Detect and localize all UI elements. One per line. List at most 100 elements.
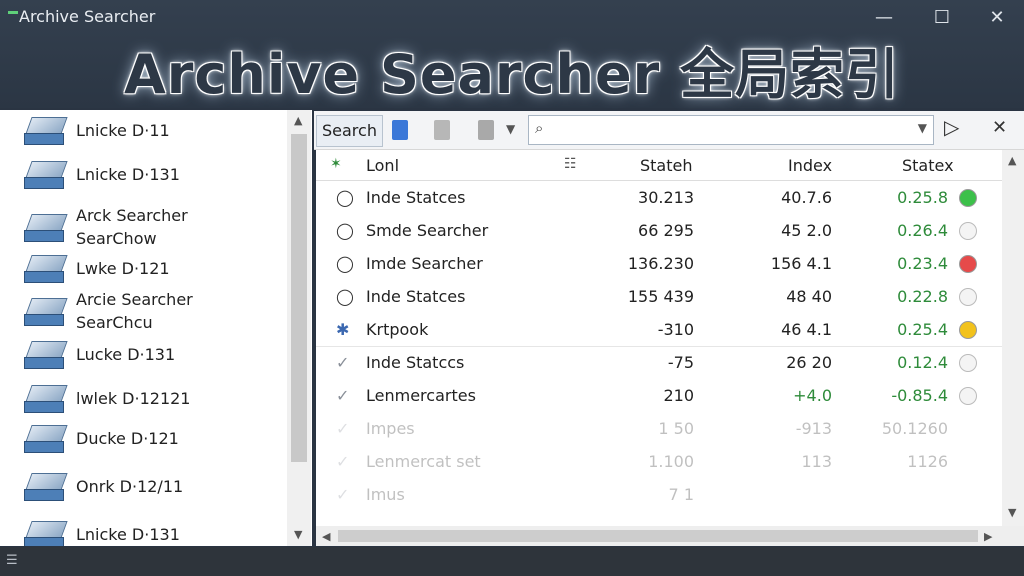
sidebar-scrollbar[interactable]: ▲ ▼ [287, 110, 311, 546]
table-horizontal-scrollbar[interactable]: ◀ ▶ [316, 526, 1024, 546]
sidebar-item-0[interactable]: Lnicke D·11 [22, 110, 170, 150]
search-dropdown-icon[interactable]: ▼ [918, 121, 927, 135]
search-icon: ⌕ [535, 119, 544, 137]
table-row[interactable]: ◯ Smde Searcher 66 295 45 2.0 0.26.4 [316, 214, 1006, 247]
table-row[interactable]: ◯ Inde Statces 155 439 48 40 0.22.8 [316, 280, 1006, 313]
drive-icon [22, 113, 68, 147]
sidebar-item-label: Arcie Searcher SearChcu [76, 290, 193, 332]
row-statex: 0.12.4 [897, 353, 948, 372]
row-icon: ◯ [336, 287, 354, 306]
app-icon [8, 11, 18, 24]
row-index: +4.0 [793, 386, 832, 405]
drive-icon [22, 294, 68, 328]
sidebar-item-8[interactable]: Onrk D·12/11 [22, 466, 183, 506]
row-icon: ✓ [336, 419, 350, 438]
row-stat: 1 50 [658, 419, 694, 438]
tab-search[interactable]: Search [316, 115, 383, 147]
scroll-down-icon[interactable]: ▼ [1008, 506, 1016, 519]
sidebar-scroll-thumb[interactable] [291, 134, 307, 462]
status-indicator-icon [959, 354, 977, 372]
row-stat: -75 [667, 353, 694, 372]
scroll-left-icon[interactable]: ◀ [322, 530, 330, 543]
document-blue-icon[interactable] [392, 120, 408, 140]
drive-icon [22, 251, 68, 285]
drive-icon [22, 210, 68, 244]
row-statex: 0.23.4 [897, 254, 948, 273]
row-statex: 0.22.8 [897, 287, 948, 306]
sidebar-item-6[interactable]: lwlek D·12121 [22, 378, 190, 418]
table-row[interactable]: ◯ Inde Statces 30.213 40.7.6 0.25.8 [316, 181, 1006, 214]
row-stat: 1.100 [648, 452, 694, 471]
row-icon: ✓ [336, 386, 350, 405]
row-name: Inde Statccs [366, 353, 465, 372]
table-row[interactable]: ✓ Impes 1 50 -913 50.1260 [316, 412, 1006, 445]
title-bar: Archive Searcher — ☐ ✕ Archive Searcher … [0, 0, 1024, 108]
column-header-statex[interactable]: Statex [902, 156, 954, 175]
row-index: 48 40 [786, 287, 832, 306]
status-indicator-icon [959, 387, 977, 405]
search-input-box: ⌕ ▼ [528, 115, 934, 145]
column-header-stat[interactable]: Stateh [640, 156, 693, 175]
sidebar-item-1[interactable]: Lnicke D·131 [22, 154, 180, 194]
sidebar-item-label: lwlek D·12121 [76, 388, 191, 408]
row-stat: 136.230 [627, 254, 694, 273]
table-row[interactable]: ✓ Lenmercartes 210 +4.0 -0.85.4 [316, 379, 1006, 412]
row-name: Impes [366, 419, 415, 438]
close-button[interactable]: ✕ [975, 4, 1019, 32]
horizontal-scroll-thumb[interactable] [338, 530, 978, 542]
row-index: 46 4.1 [781, 320, 832, 339]
sidebar-item-9[interactable]: Lnicke D·131 [22, 514, 180, 546]
row-name: Imus [366, 485, 405, 504]
column-menu-icon[interactable]: ☷ [564, 156, 577, 172]
sidebar-item-5[interactable]: Lucke D·131 [22, 334, 175, 374]
drive-icon [22, 157, 68, 191]
minimize-button[interactable]: — [862, 4, 906, 32]
row-index: 113 [801, 452, 832, 471]
document-list-icon[interactable] [478, 120, 494, 140]
sidebar-item-7[interactable]: Ducke D·121 [22, 418, 179, 458]
drive-icon [22, 421, 68, 455]
banner-title: Archive Searcher 全局索引 [123, 43, 901, 106]
table-row[interactable]: ✓ Inde Statccs -75 26 20 0.12.4 [316, 346, 1006, 379]
sidebar-item-label: Lwke D·121 [76, 258, 170, 278]
row-statex: 0.25.8 [897, 188, 948, 207]
scroll-right-icon[interactable]: ▶ [984, 530, 992, 543]
play-button[interactable]: ▷ [944, 115, 959, 139]
status-indicator-icon [959, 321, 977, 339]
row-statex: 0.25.4 [897, 320, 948, 339]
row-name: Inde Statces [366, 188, 466, 207]
sidebar-item-2[interactable]: Arck Searcher SearChow [22, 202, 188, 252]
row-icon: ✱ [336, 320, 350, 339]
maximize-button[interactable]: ☐ [920, 4, 964, 32]
column-header-index[interactable]: Index [788, 156, 832, 175]
scroll-down-icon[interactable]: ▼ [294, 528, 302, 541]
row-stat: 66 295 [638, 221, 694, 240]
table-vertical-scrollbar[interactable]: ▲ ▼ [1002, 150, 1024, 526]
status-indicator-icon [959, 255, 977, 273]
status-indicator-icon [959, 189, 977, 207]
scroll-up-icon[interactable]: ▲ [1008, 154, 1016, 167]
drive-icon [22, 469, 68, 503]
table-row[interactable]: ✓ Lenmercat set 1.100 113 1126 [316, 445, 1006, 478]
document-icon[interactable] [434, 120, 450, 140]
row-icon: ✓ [336, 485, 350, 504]
table-row[interactable]: ✓ Imus 7 1 [316, 478, 1006, 511]
search-input[interactable] [559, 118, 923, 144]
drive-icon [22, 517, 68, 546]
row-icon: ◯ [336, 188, 354, 207]
row-icon: ◯ [336, 254, 354, 273]
row-icon: ◯ [336, 221, 354, 240]
scroll-up-icon[interactable]: ▲ [294, 114, 302, 127]
row-name: Lenmercat set [366, 452, 481, 471]
sidebar-item-3[interactable]: Lwke D·121 [22, 248, 170, 288]
column-header-name[interactable]: Lonl [366, 156, 399, 175]
table-row[interactable]: ✱ Krtpook -310 46 4.1 0.25.4 [316, 313, 1006, 347]
drive-sidebar: Lnicke D·11 Lnicke D·131 Arck Searcher S… [0, 110, 312, 546]
row-stat: 30.213 [638, 188, 694, 207]
sidebar-item-4[interactable]: Arcie Searcher SearChcu [22, 286, 193, 336]
row-name: Lenmercartes [366, 386, 476, 405]
close-search-button[interactable]: ✕ [992, 117, 1007, 138]
table-row[interactable]: ◯ Imde Searcher 136.230 156 4.1 0.23.4 [316, 247, 1006, 280]
sidebar-item-label: Lnicke D·11 [76, 120, 170, 140]
dropdown-chevron-icon[interactable]: ▼ [506, 122, 515, 136]
